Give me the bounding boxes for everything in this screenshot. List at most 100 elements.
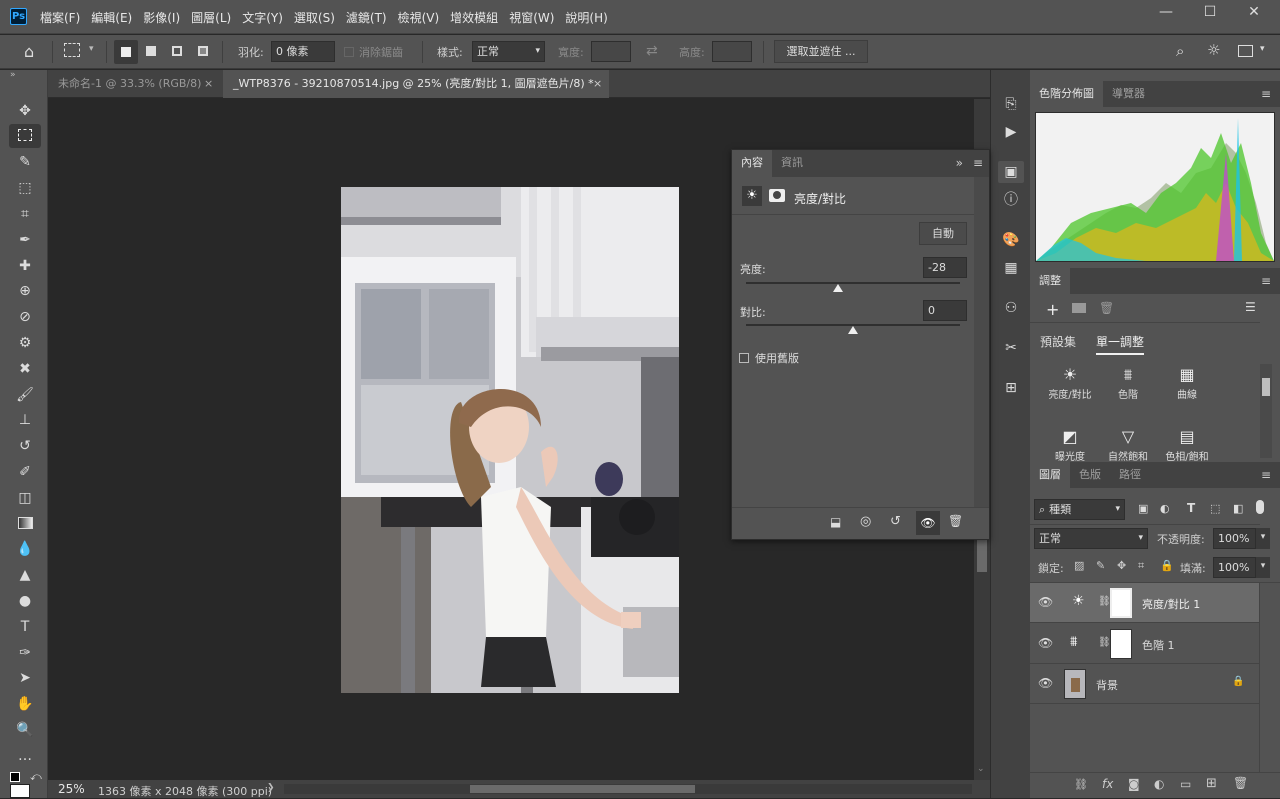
workspace-chevron-icon[interactable]: ▾ bbox=[1260, 44, 1265, 54]
document-image[interactable] bbox=[341, 187, 679, 693]
filter-toggle[interactable] bbox=[1256, 500, 1264, 514]
zoom-tool-icon[interactable]: 🔍 bbox=[9, 718, 41, 742]
eraser-tool-icon[interactable]: ◫ bbox=[9, 486, 41, 510]
info-panel-icon[interactable]: ⓘ bbox=[998, 189, 1024, 211]
opacity-input[interactable]: 100% bbox=[1213, 528, 1256, 549]
spot-healing-tool-icon[interactable]: ✚ bbox=[9, 254, 41, 278]
blur-tool-icon[interactable]: 💧 bbox=[9, 537, 41, 561]
object-selection-tool-icon[interactable]: ⬚ bbox=[9, 176, 41, 200]
adjustments-scrollbar[interactable] bbox=[1260, 364, 1272, 458]
clone-stamp-tool-icon[interactable]: ⊥ bbox=[9, 408, 41, 432]
menu-view[interactable]: 檢視(V) bbox=[398, 9, 440, 26]
crop-tool-icon[interactable]: ⌗ bbox=[9, 202, 41, 226]
content-aware-tool-icon[interactable]: ⚙ bbox=[9, 331, 41, 355]
filter-type-icon[interactable]: T bbox=[1187, 501, 1195, 515]
height-input[interactable] bbox=[712, 41, 752, 62]
sharpen-tool-icon[interactable]: ▲ bbox=[9, 563, 41, 587]
link-layers-icon[interactable]: ⛓ bbox=[1074, 778, 1088, 791]
use-legacy-checkbox[interactable] bbox=[739, 353, 749, 363]
menu-type[interactable]: 文字(Y) bbox=[242, 9, 283, 26]
blend-mode-select[interactable]: 正常 ▾ bbox=[1034, 528, 1148, 549]
maximize-button[interactable]: ☐ bbox=[1188, 0, 1232, 26]
workspace-icon[interactable] bbox=[1238, 45, 1253, 57]
panel-menu-icon[interactable]: ≡ bbox=[967, 150, 989, 177]
properties-scrollbar[interactable] bbox=[974, 177, 989, 507]
new-layer-icon[interactable]: ⊞ bbox=[1206, 776, 1217, 791]
menu-layer[interactable]: 圖層(L) bbox=[191, 9, 231, 26]
hand-tool-icon[interactable]: ✋ bbox=[9, 692, 41, 716]
marquee-tool-preset-icon[interactable] bbox=[64, 43, 80, 57]
move-tool-icon[interactable]: ✥ bbox=[9, 99, 41, 123]
antialias-checkbox[interactable] bbox=[344, 47, 354, 57]
glyphs-panel-icon[interactable]: ⊞ bbox=[998, 377, 1024, 399]
layer-mask-thumbnail[interactable] bbox=[1110, 588, 1132, 618]
fill-chevron-icon[interactable]: ▾ bbox=[1256, 557, 1270, 578]
width-input[interactable] bbox=[591, 41, 631, 62]
auto-button[interactable]: 自動 bbox=[919, 222, 967, 245]
tab-untitled[interactable]: 未命名-1 @ 33.3% (RGB/8) × bbox=[48, 70, 218, 98]
history-panel-icon[interactable]: ⎘ bbox=[998, 93, 1024, 115]
search-icon[interactable]: ⌕ bbox=[1176, 42, 1184, 60]
view-previous-icon[interactable]: ◎ bbox=[860, 514, 871, 529]
add-adjustment-icon[interactable]: + bbox=[1046, 300, 1059, 319]
visibility-eye-icon[interactable]: 👁 bbox=[1038, 595, 1053, 609]
document-info[interactable]: 1363 像素 x 2048 像素 (300 ppi) bbox=[98, 783, 272, 799]
menu-select[interactable]: 選取(S) bbox=[294, 9, 335, 26]
adj-hue-saturation[interactable]: ▤ 色相/飽和 bbox=[1157, 426, 1217, 463]
new-adjustment-layer-icon[interactable]: ◐ bbox=[1154, 777, 1164, 791]
foreground-color-swatch[interactable] bbox=[10, 784, 30, 798]
tab-close-icon[interactable]: × bbox=[593, 70, 602, 98]
canvas-horizontal-scrollbar[interactable] bbox=[284, 784, 972, 794]
lock-artboard-icon[interactable]: ⌗ bbox=[1138, 559, 1144, 573]
panel-menu-icon[interactable]: ≡ bbox=[1252, 268, 1280, 294]
select-and-mask-button[interactable]: 選取並遮住 ... bbox=[774, 40, 868, 63]
lock-position-icon[interactable]: ✥ bbox=[1117, 559, 1126, 572]
type-tool-icon[interactable]: T bbox=[9, 615, 41, 639]
tab-active-document[interactable]: _WTP8376 - 39210870514.jpg @ 25% (亮度/對比 … bbox=[223, 70, 609, 98]
properties-panel-icon[interactable]: ▣ bbox=[998, 161, 1024, 183]
subtract-selection-button[interactable] bbox=[172, 46, 182, 56]
more-tools-icon[interactable]: … bbox=[9, 744, 41, 768]
style-select[interactable]: 正常 ▾ bbox=[472, 41, 545, 62]
menu-help[interactable]: 說明(H) bbox=[565, 9, 607, 26]
tab-layers[interactable]: 圖層 bbox=[1030, 462, 1070, 488]
tab-paths[interactable]: 路徑 bbox=[1110, 462, 1150, 488]
list-view-icon[interactable]: ☰ bbox=[1245, 300, 1256, 314]
adj-levels[interactable]: ⩩ 色階 bbox=[1098, 364, 1158, 401]
contrast-slider-thumb[interactable] bbox=[848, 326, 858, 334]
collapse-toolbar-icon[interactable]: » bbox=[10, 70, 16, 80]
brush-tool-icon[interactable]: 🖌 bbox=[9, 383, 41, 407]
h-scroll-thumb[interactable] bbox=[470, 785, 695, 793]
collapse-icon[interactable]: » bbox=[952, 150, 967, 177]
filter-pixel-icon[interactable]: ▣ bbox=[1138, 502, 1148, 515]
menu-plugins[interactable]: 增效模組 bbox=[450, 9, 498, 26]
visibility-eye-icon[interactable]: 👁 bbox=[1038, 676, 1053, 690]
marquee-tool-icon[interactable] bbox=[9, 124, 41, 148]
swap-icon[interactable]: ⇄ bbox=[646, 43, 658, 59]
feather-input[interactable]: 0 像素 bbox=[271, 41, 335, 62]
delete-icon[interactable]: 🗑 bbox=[948, 514, 963, 528]
adj-vibrance[interactable]: ▽ 自然飽和 bbox=[1098, 426, 1158, 463]
tab-info[interactable]: 資訊 bbox=[772, 150, 812, 177]
trash-icon[interactable]: 🗑 bbox=[1099, 301, 1114, 315]
tab-single-adjustment[interactable]: 單一調整 bbox=[1096, 333, 1145, 355]
menu-image[interactable]: 影像(I) bbox=[143, 9, 180, 26]
adj-brightness-contrast[interactable]: ☀ 亮度/對比 bbox=[1040, 364, 1100, 401]
layer-thumbnail[interactable] bbox=[1064, 669, 1086, 699]
layer-mask-thumbnail[interactable] bbox=[1110, 629, 1132, 659]
visibility-eye-icon[interactable]: 👁 bbox=[1038, 636, 1053, 650]
delete-layer-icon[interactable]: 🗑 bbox=[1233, 776, 1248, 790]
actions-play-icon[interactable]: ▶ bbox=[998, 121, 1024, 143]
fill-input[interactable]: 100% bbox=[1213, 557, 1256, 578]
visibility-eye-icon[interactable]: 👁 bbox=[916, 511, 940, 535]
libraries-panel-icon[interactable]: ⚇ bbox=[998, 297, 1024, 319]
layer-name[interactable]: 色階 1 bbox=[1142, 637, 1175, 653]
menu-edit[interactable]: 編輯(E) bbox=[91, 9, 132, 26]
opacity-chevron-icon[interactable]: ▾ bbox=[1256, 528, 1270, 549]
patch-tool-icon[interactable]: ⊘ bbox=[9, 305, 41, 329]
layer-row-levels[interactable]: 👁 ⩩ ⛓ 色階 1 bbox=[1030, 624, 1259, 664]
dodge-tool-icon[interactable]: ● bbox=[9, 589, 41, 613]
chevron-down-icon[interactable]: ▾ bbox=[89, 44, 94, 54]
fx-icon[interactable]: fx bbox=[1102, 777, 1113, 791]
status-arrow-icon[interactable]: ❯ bbox=[267, 783, 275, 793]
